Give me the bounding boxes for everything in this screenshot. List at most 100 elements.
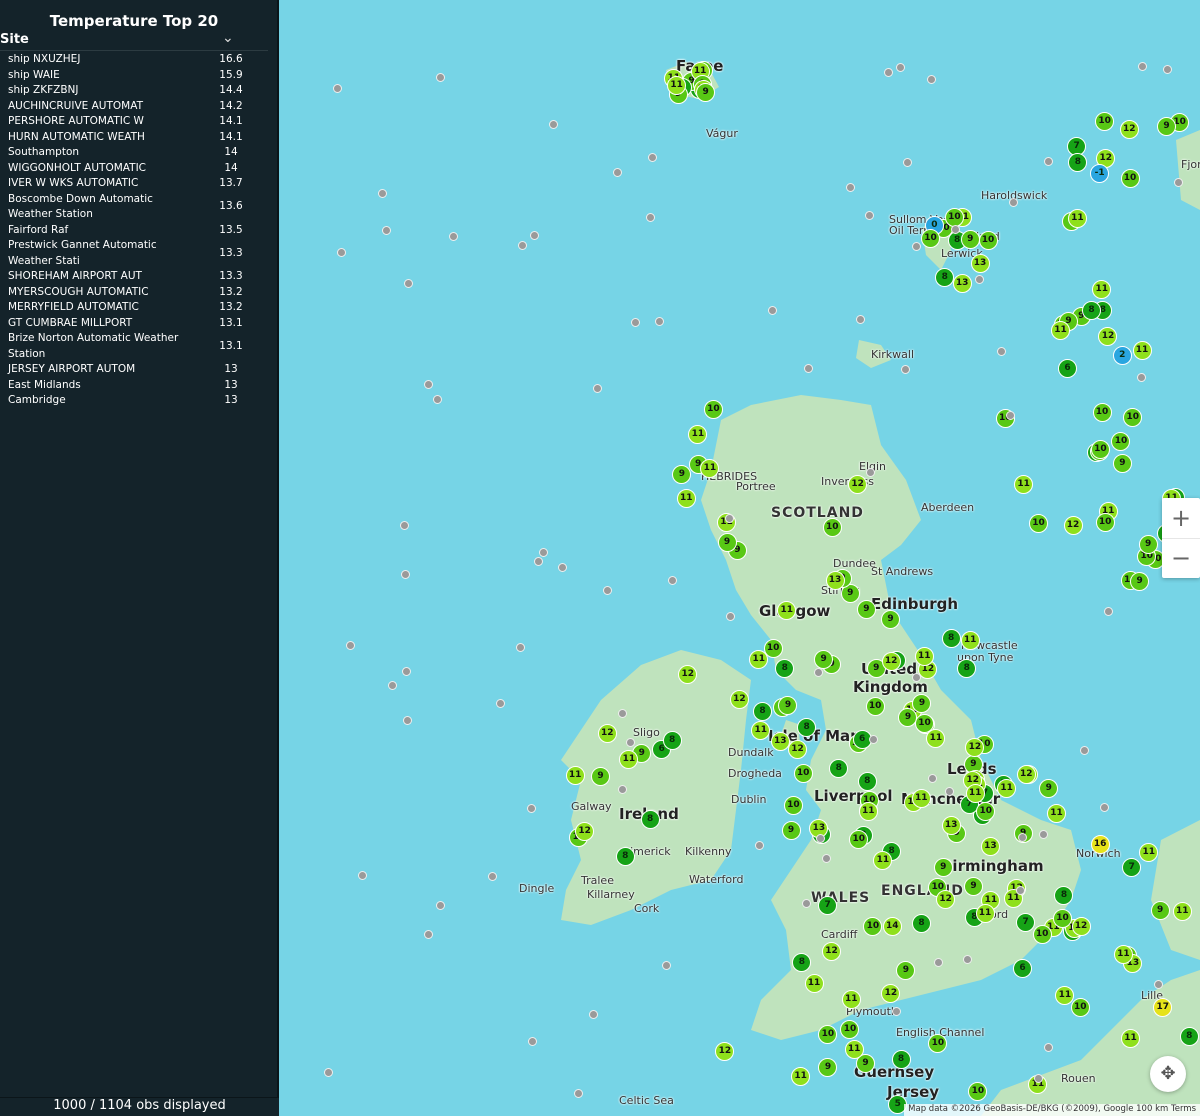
temperature-marker[interactable]: 13 [952,274,972,294]
temperature-marker[interactable]: -1 [1090,163,1110,183]
temperature-marker[interactable]: 14 [882,916,902,936]
list-item[interactable]: HURN AUTOMATIC WEATH 14.1 [0,130,268,146]
missing-obs-marker[interactable] [865,210,875,220]
list-item[interactable]: MERRYFIELD AUTOMATIC 13.2 [0,300,268,316]
temperature-marker[interactable]: 11 [975,904,995,924]
list-item[interactable]: JERSEY AIRPORT AUTOM 13 [0,362,268,378]
temperature-marker[interactable]: 10 [703,400,723,420]
missing-obs-marker[interactable] [962,954,972,964]
missing-obs-marker[interactable] [883,67,893,77]
temperature-marker[interactable]: 11 [791,1066,811,1086]
temperature-marker[interactable]: 11 [1172,902,1192,922]
temperature-marker[interactable]: 10 [793,764,813,784]
temperature-marker[interactable]: 12 [788,739,808,759]
list-item[interactable]: Fairford Raf 13.5 [0,223,268,239]
missing-obs-marker[interactable] [574,1088,584,1098]
missing-obs-marker[interactable] [378,188,388,198]
temperature-marker[interactable]: 11 [844,1040,864,1060]
zoom-in-button[interactable]: + [1162,498,1200,539]
temperature-marker[interactable]: 9 [1112,453,1132,473]
missing-obs-marker[interactable] [974,275,984,285]
list-item[interactable]: MYERSCOUGH AUTOMATIC 13.2 [0,285,268,301]
temperature-marker[interactable]: 10 [978,231,998,251]
temperature-marker[interactable]: 8 [891,1049,911,1069]
list-item[interactable]: ship WAIE 15.9 [0,68,268,84]
missing-obs-marker[interactable] [548,119,558,129]
temperature-marker[interactable]: 10 [1095,512,1115,532]
temperature-marker[interactable]: 13 [970,254,990,274]
list-item[interactable]: WIGGONHOLT AUTOMATIC 14 [0,161,268,177]
missing-obs-marker[interactable] [813,667,823,677]
temperature-marker[interactable]: 8 [640,809,660,829]
missing-obs-marker[interactable] [662,960,672,970]
temperature-marker[interactable]: 10 [921,228,940,248]
missing-obs-marker[interactable] [911,672,921,682]
missing-obs-marker[interactable] [900,364,910,374]
list-item[interactable]: GT CUMBRAE MILLPORT 13.1 [0,316,268,332]
temperature-marker[interactable]: 8 [792,952,812,972]
temperature-marker[interactable]: 11 [1047,803,1067,823]
temperature-marker[interactable]: 11 [997,778,1017,798]
temperature-marker[interactable]: 10 [783,796,803,816]
temperature-marker[interactable]: 12 [575,821,595,841]
missing-obs-marker[interactable] [1017,832,1027,842]
temperature-marker[interactable]: 10 [1070,997,1090,1017]
missing-obs-marker[interactable] [602,585,612,595]
missing-obs-marker[interactable] [630,318,640,328]
temperature-marker[interactable]: 11 [911,788,931,808]
temperature-marker[interactable]: 12 [1016,765,1036,785]
temperature-marker[interactable]: 10 [822,517,842,537]
temperature-marker[interactable]: 8 [753,701,773,721]
missing-obs-marker[interactable] [626,737,636,747]
temperature-marker[interactable]: 11 [804,974,824,994]
missing-obs-marker[interactable] [346,640,356,650]
missing-obs-marker[interactable] [726,611,736,621]
missing-obs-marker[interactable] [432,395,442,405]
temperature-marker[interactable]: 10 [1123,407,1143,427]
missing-obs-marker[interactable] [868,734,878,744]
temperature-marker[interactable]: 10 [1032,924,1052,944]
temperature-marker[interactable]: 11 [1121,1028,1141,1048]
temperature-marker[interactable]: 12 [1071,916,1091,936]
temperature-marker[interactable]: 9 [964,876,984,896]
temperature-marker[interactable]: 13 [825,570,845,590]
missing-obs-marker[interactable] [944,786,954,796]
temperature-marker[interactable]: 12 [881,652,901,672]
missing-obs-marker[interactable] [435,901,445,911]
list-item[interactable]: Brize Norton Automatic Weather Station 13… [0,331,268,362]
temperature-marker[interactable]: 9 [818,1057,838,1077]
map-canvas[interactable]: FaroeVágurHaroldswickSullom VoeOil Termi… [281,0,1200,1116]
missing-obs-marker[interactable] [1137,372,1147,382]
temperature-marker[interactable]: 16 [1090,835,1110,855]
temperature-marker[interactable]: 10 [1111,431,1131,451]
temperature-marker[interactable]: 8 [1082,300,1102,320]
temperature-marker[interactable]: 8 [662,730,682,750]
missing-obs-marker[interactable] [592,384,602,394]
list-item[interactable]: Boscombe Down Automatic Weather Station 1… [0,192,268,223]
missing-obs-marker[interactable] [1043,1042,1053,1052]
list-item[interactable]: Southampton 14 [0,145,268,161]
list-item[interactable]: SHOREHAM AIRPORT AUT 13.3 [0,269,268,285]
temperature-marker[interactable]: 12 [1119,120,1139,140]
list-item[interactable]: IVER W WKS AUTOMATIC 13.7 [0,176,268,192]
temperature-marker[interactable]: 9 [960,229,980,249]
chevron-down-icon[interactable]: ⌄ [222,30,234,46]
temperature-marker[interactable]: 10 [1092,402,1112,422]
move-icon[interactable]: ✥ [1150,1056,1186,1092]
missing-obs-marker[interactable] [336,248,346,258]
temperature-marker[interactable]: 10 [1053,909,1073,929]
missing-obs-marker[interactable] [529,231,539,241]
temperature-marker[interactable]: 11 [965,784,985,804]
list-item[interactable]: Prestwick Gannet Automatic Weather Stati… [0,238,268,269]
missing-obs-marker[interactable] [801,899,811,909]
list-item[interactable]: ship ZKFZBNJ 14.4 [0,83,268,99]
temperature-marker[interactable]: 10 [1120,168,1140,188]
missing-obs-marker[interactable] [892,1006,902,1016]
temperature-marker[interactable]: 9 [933,857,953,877]
missing-obs-marker[interactable] [1173,178,1183,188]
missing-obs-marker[interactable] [515,642,525,652]
temperature-marker[interactable]: 8 [615,846,635,866]
missing-obs-marker[interactable] [767,305,777,315]
list-item[interactable]: AUCHINCRUIVE AUTOMAT 14.2 [0,99,268,115]
temperature-marker[interactable]: 11 [1113,944,1133,964]
